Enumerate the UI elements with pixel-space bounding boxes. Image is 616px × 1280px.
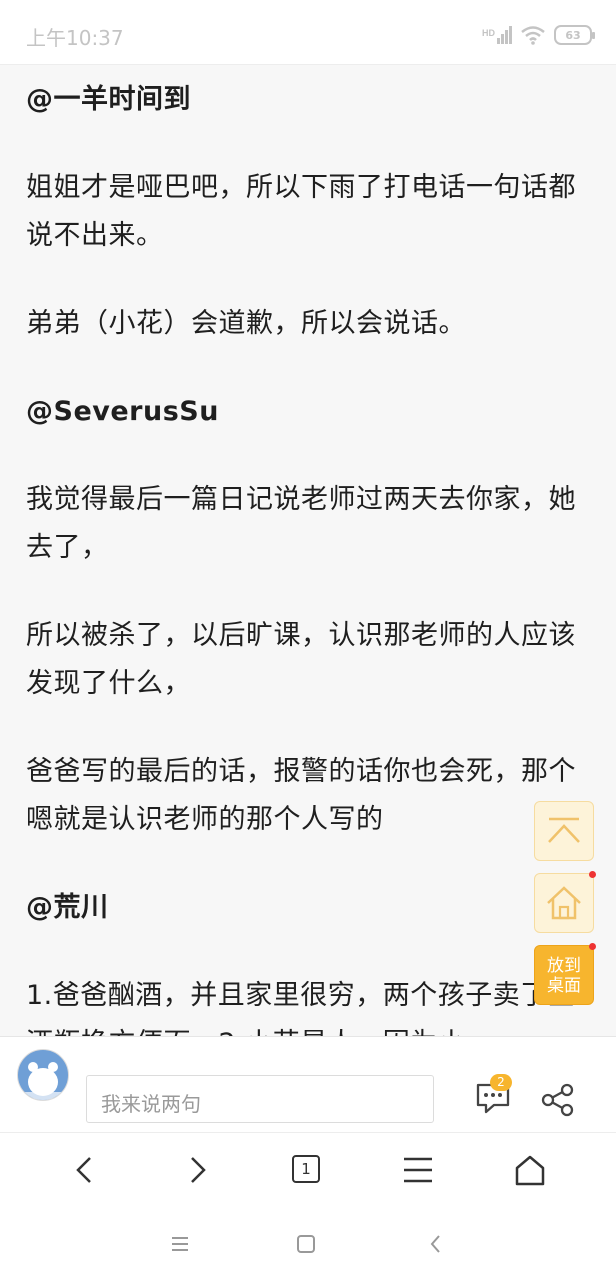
comment-paragraph: 姐姐才是哑巴吧，所以下雨了打电话一句话都说不出来。 [26,172,576,251]
user-avatar-icon [18,1062,68,1100]
menu-icon[interactable] [400,1153,436,1187]
status-bar: 上午10:37 HD 63 [0,0,616,65]
back-to-top-button[interactable] [534,801,594,861]
comment-input-placeholder: 我来说两句 [101,1092,201,1116]
add-to-desktop-button[interactable]: 放到桌面 [534,943,596,1005]
forward-arrow-icon[interactable] [178,1153,214,1187]
comment-input[interactable]: 我来说两句 [86,1075,434,1123]
comment-bar: 我来说两句 [0,1036,616,1133]
tabs-button[interactable]: 1 [289,1153,325,1187]
wifi-icon [521,26,545,45]
system-navigation-bar [0,1206,616,1280]
article-content: @一羊时间到 姐姐才是哑巴吧，所以下雨了打电话一句话都说不出来。 弟弟（小花）会… [26,64,598,1036]
home-icon [547,886,581,920]
comment-author[interactable]: @一羊时间到 [26,76,598,124]
recent-apps-icon[interactable] [168,1234,192,1254]
comment-paragraph: 我觉得最后一篇日记说老师过两天去你家，她去了， [26,484,576,563]
system-back-icon[interactable] [424,1234,448,1254]
comment-paragraph: 1.爸爸酗酒，并且家里很穷，两个孩子卖了空酒瓶换方便面。2.小花是人，因为小 [26,980,575,1036]
back-arrow-icon[interactable] [68,1153,104,1187]
notification-dot [589,943,596,950]
share-icon[interactable] [540,1082,576,1118]
status-icons: HD 63 [482,22,595,48]
system-home-icon[interactable] [294,1234,318,1254]
avatar[interactable] [17,1049,69,1101]
tab-count: 1 [292,1155,320,1183]
home-icon[interactable] [512,1153,548,1187]
comment-author[interactable]: @SeverusSu [26,388,598,436]
comment-paragraph: 弟弟（小花）会道歉，所以会说话。 [26,308,466,339]
comment-paragraph: 所以被杀了，以后旷课，认识那老师的人应该发现了什么， [26,620,576,699]
comment-author[interactable]: @荒川 [26,884,598,932]
comment-count-badge: 2 [490,1074,512,1091]
battery-icon: 63 [554,25,595,45]
back-to-top-icon [548,817,580,843]
status-time: 上午10:37 [26,26,124,50]
home-shortcut-button[interactable] [534,871,596,933]
notification-dot [589,871,596,878]
comment-paragraph: 爸爸写的最后的话，报警的话你也会死，那个嗯就是认识老师的那个人写的 [26,756,576,835]
battery-level: 63 [565,28,581,42]
svg-text:HD: HD [482,28,495,38]
browser-toolbar: 1 [0,1132,616,1207]
add-to-desktop-label: 放到桌面 [547,956,581,996]
hd-signal-icon: HD [482,26,512,44]
